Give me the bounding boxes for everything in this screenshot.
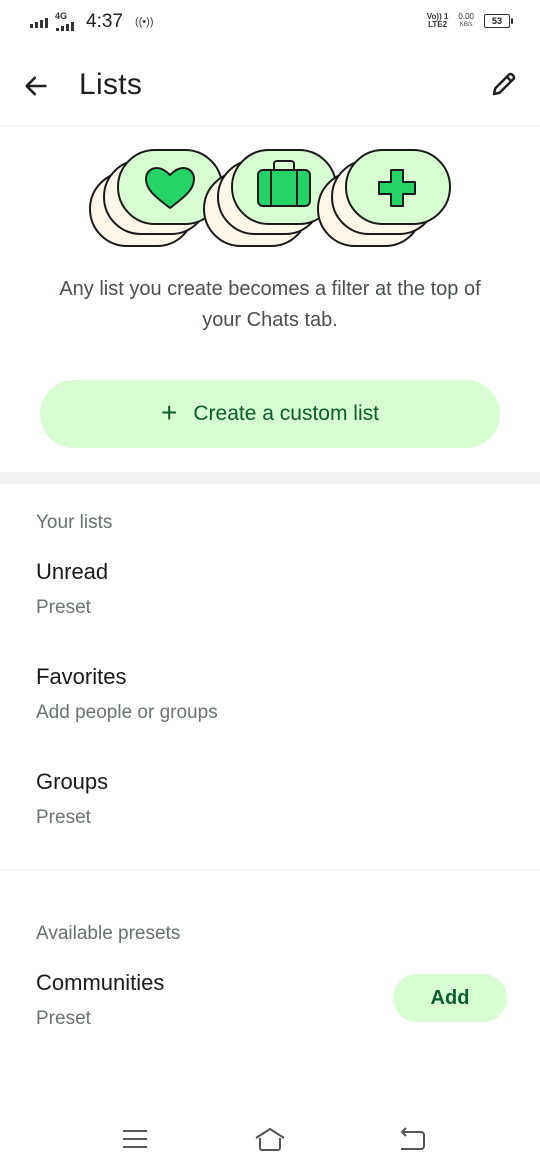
create-custom-list-button[interactable]: + Create a custom list [40,380,500,448]
back-button[interactable] [18,68,54,104]
recents-button[interactable] [117,1124,153,1154]
section-divider [0,472,540,484]
list-item-title: Favorites [36,664,127,689]
page-title: Lists [79,68,143,101]
status-bar: 4G 4:37 ((•)) Vo)) 1 LTE2 0.00 KB/s 53 [0,0,540,44]
lists-description: Any list you create becomes a filter at … [59,278,481,331]
status-left: 4G 4:37 ((•)) [30,10,154,34]
network-speed: 0.00 KB/s [458,12,474,30]
section-divider-thin [0,869,540,870]
list-item-subtitle: Preset [36,807,91,828]
preset-item-title: Communities [36,970,165,995]
list-item-groups[interactable]: Groups Preset [0,769,540,859]
lists-screen: 4G 4:37 ((•)) Vo)) 1 LTE2 0.00 KB/s 53 L… [0,0,540,1170]
net-type-label: 4G [55,11,68,21]
menu-icon [123,1130,147,1148]
signal-4g-icon: 4G [54,11,78,31]
heart-card-stack [89,149,223,247]
lists-illustration [89,149,451,247]
list-item-unread[interactable]: Unread Preset [0,559,540,649]
clock: 4:37 [86,11,123,32]
app-bar: Lists [0,44,540,126]
hotspot-icon: ((•)) [134,16,154,28]
back-nav-icon [401,1127,425,1150]
add-communities-button[interactable]: Add [393,974,507,1022]
speed-unit: KB/s [459,22,473,28]
home-button[interactable] [252,1124,288,1154]
system-back-button[interactable] [394,1124,430,1154]
battery-level: 53 [491,16,502,26]
list-item-subtitle: Preset [36,597,91,618]
volte-bottom-label: LTE2 [428,20,448,29]
list-item-subtitle: Add people or groups [36,702,218,723]
arrow-left-icon [25,76,47,96]
home-icon [255,1128,285,1151]
create-custom-list-label: Create a custom list [193,402,379,425]
volte-icon: Vo)) 1 LTE2 [427,13,449,29]
speed-value: 0.00 [458,12,474,21]
your-lists-header: Your lists [36,512,113,533]
preset-item-subtitle: Preset [36,1008,91,1029]
system-nav-bar [0,1110,540,1170]
pencil-icon [492,72,516,96]
status-right: Vo)) 1 LTE2 0.00 KB/s 53 [427,12,513,30]
list-item-title: Groups [36,769,109,794]
briefcase-card-stack [203,149,337,247]
battery-icon: 53 [484,14,513,28]
list-item-title: Unread [36,559,109,584]
edit-button[interactable] [486,66,522,102]
list-item-favorites[interactable]: Favorites Add people or groups [0,664,540,754]
signal-icon [30,16,48,28]
plus-icon: + [161,397,178,428]
plus-card-stack [317,149,451,247]
available-presets-header: Available presets [36,923,181,944]
